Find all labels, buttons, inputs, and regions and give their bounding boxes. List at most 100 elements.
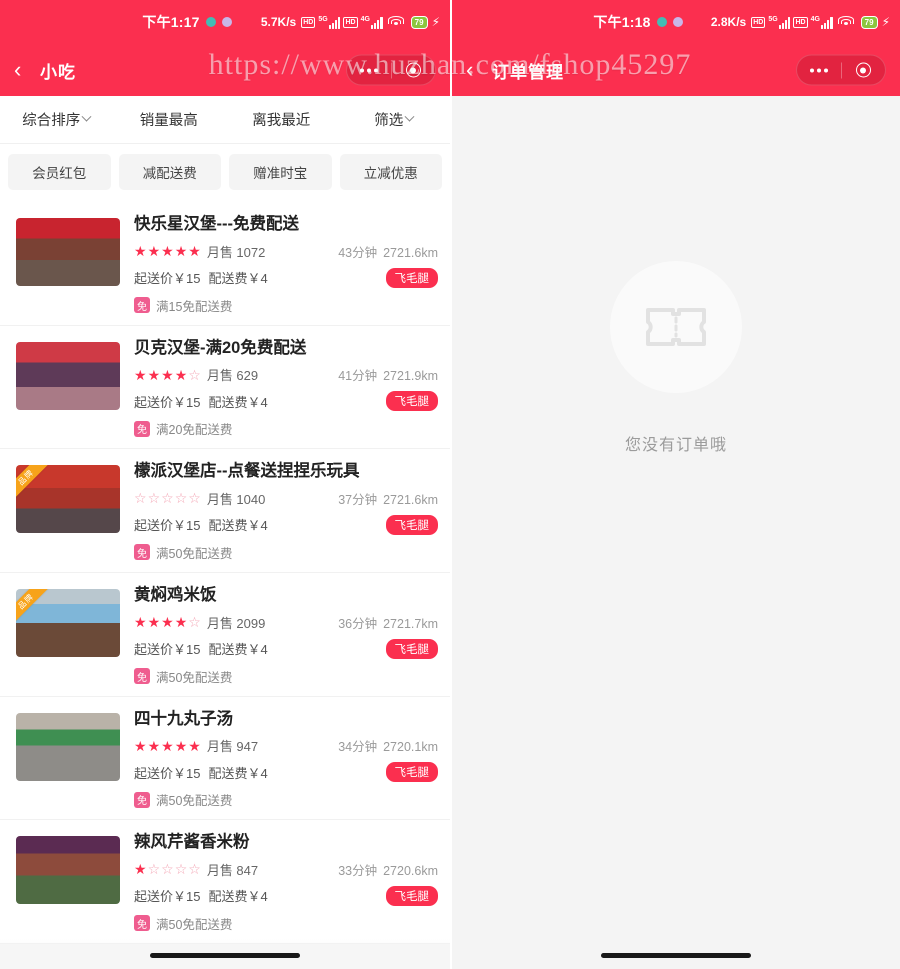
hd-icon-2: HD [343, 16, 358, 28]
shop-rating-row: ★ ☆ ☆ ☆ ☆ 月售 847 33分钟 2720.6km [134, 860, 438, 879]
star-empty-icon: ☆ [188, 614, 201, 630]
shop-list-item[interactable]: 快乐星汉堡---免费配送 ★ ★ ★ ★ ★ 月售 1072 43分钟 2721.6km 起送价￥… [0, 202, 450, 326]
delivery-time-distance: 41分钟 2721.9km [338, 365, 438, 384]
free-delivery-badge-icon: 免 [134, 544, 150, 561]
notification-dot-violet-icon [672, 17, 683, 27]
page-title: 订单管理 [492, 62, 564, 82]
network-speed-label: 5.7K/s [260, 15, 297, 29]
home-indicator [150, 953, 300, 958]
delivery-fee: 配送费￥4 [208, 518, 268, 534]
monthly-sales: 月售 847 [206, 862, 259, 878]
home-indicator [601, 953, 751, 958]
shop-list-item[interactable]: 辣风芹酱香米粉 ★ ☆ ☆ ☆ ☆ 月售 847 33分钟 2720.6km 起送价￥15 配送费￥… [0, 820, 450, 944]
signal-group-1: 5G [318, 15, 341, 29]
promo-chip-member-coupon[interactable]: 会员红包 [8, 154, 111, 190]
shop-rating-row: ★ ★ ★ ★ ★ 月售 947 34分钟 2720.1km [134, 736, 438, 755]
shop-list-item[interactable]: 品牌 檬派汉堡店--点餐送捏捏乐玩具 ☆ ☆ ☆ ☆ ☆ 月售 1040 37分钟 2721.6k… [0, 449, 450, 573]
back-chevron-icon[interactable]: ‹ [466, 59, 492, 81]
monthly-sales: 月售 2099 [206, 615, 266, 631]
free-delivery-badge-icon: 免 [134, 915, 150, 932]
status-bar-clock: 下午1:18 [593, 14, 651, 30]
promo-chip-reduced-delivery[interactable]: 减配送费 [118, 154, 221, 190]
delivery-time: 34分钟 [338, 740, 378, 755]
shop-promo-row: 免满20免配送费 [134, 419, 438, 438]
wechat-capsule[interactable] [346, 54, 436, 86]
shop-promo-row: 免满50免配送费 [134, 667, 438, 686]
shop-name: 檬派汉堡店--点餐送捏捏乐玩具 [134, 462, 360, 481]
signal-group-2: 4G [811, 16, 833, 29]
notification-dot-teal-icon [205, 17, 216, 27]
battery-level-badge: 79 [860, 15, 878, 29]
shop-list-item[interactable]: 贝克汉堡-满20免费配送 ★ ★ ★ ★ ☆ 月售 629 41分钟 2721.9km 起送价￥1… [0, 325, 450, 450]
fast-delivery-badge: 飞毛腿 [385, 514, 438, 535]
rating-stars: ☆ ☆ ☆ ☆ ☆ [134, 491, 201, 505]
shop-thumbnail: 品牌 [16, 588, 120, 657]
distance: 2720.1km [383, 740, 438, 755]
fast-delivery-badge: 飞毛腿 [385, 391, 438, 412]
sort-tab-nearest[interactable]: 离我最近 [225, 109, 338, 130]
star-filled-icon: ★ [134, 614, 147, 630]
wifi-icon [837, 16, 854, 28]
promo-chip-instant-discount[interactable]: 立减优惠 [339, 154, 442, 190]
delivery-time-distance: 37分钟 2721.6km [338, 489, 438, 508]
more-dots-icon[interactable] [797, 68, 841, 72]
rating-stars: ★ ★ ★ ★ ☆ [134, 368, 201, 382]
star-filled-icon: ★ [161, 366, 174, 383]
shop-list-item[interactable]: 四十九丸子汤 ★ ★ ★ ★ ★ 月售 947 34分钟 2720.1km 起送价￥15 配送费￥4… [0, 696, 450, 821]
shop-list-item[interactable]: 品牌 黄焖鸡米饭 ★ ★ ★ ★ ☆ 月售 2099 36分钟 2721.7km 起送价￥15 配送费… [0, 572, 450, 697]
shop-list[interactable]: 快乐星汉堡---免费配送 ★ ★ ★ ★ ★ 月售 1072 43分钟 2721.6km 起送价￥… [0, 202, 450, 944]
free-delivery-text: 满50免配送费 [156, 794, 233, 809]
more-dots-icon[interactable] [347, 68, 391, 72]
star-empty-icon: ☆ [134, 490, 147, 507]
sort-tab-bestselling[interactable]: 销量最高 [113, 109, 226, 130]
signal-group-2: 4G [361, 16, 383, 29]
star-filled-icon: ★ [188, 243, 201, 260]
free-delivery-text: 满50免配送费 [156, 670, 233, 685]
sort-tab-label-0: 综合排序 [22, 113, 81, 129]
shop-fee-row: 起送价￥15 配送费￥4 飞毛腿 [134, 638, 438, 659]
nav-bar: ‹ 订单管理 [452, 44, 900, 96]
star-filled-icon: ★ [134, 737, 147, 754]
shop-info: 快乐星汉堡---免费配送 ★ ★ ★ ★ ★ 月售 1072 43分钟 2721.6km 起送价￥… [120, 214, 438, 315]
delivery-time: 37分钟 [338, 492, 378, 507]
sort-tab-comprehensive[interactable]: 综合排序 [0, 109, 113, 130]
back-chevron-icon[interactable]: ‹ [14, 59, 40, 81]
shop-promo-row: 免满15免配送费 [134, 296, 438, 315]
monthly-sales: 月售 947 [206, 739, 259, 755]
brand-ribbon: 品牌 [16, 588, 52, 627]
target-circle-icon[interactable] [392, 62, 436, 78]
star-filled-icon: ★ [134, 243, 147, 260]
free-delivery-badge-icon: 免 [134, 668, 150, 684]
shop-promo-row: 免满50免配送费 [134, 914, 438, 933]
network-type-label-1: 5G [318, 15, 328, 23]
delivery-time: 33分钟 [338, 863, 378, 878]
rating-stars: ★ ☆ ☆ ☆ ☆ [134, 862, 201, 876]
star-filled-icon: ★ [147, 243, 161, 260]
charging-bolt-icon: ⚡ [431, 15, 440, 29]
charging-bolt-icon: ⚡ [881, 15, 890, 29]
network-speed-label: 2.8K/s [710, 15, 747, 29]
star-empty-icon: ☆ [188, 490, 201, 507]
star-filled-icon: ★ [147, 366, 161, 383]
target-circle-icon[interactable] [842, 62, 886, 78]
distance: 2720.6km [383, 863, 438, 878]
right-phone-screen: 下午1:18 2.8K/s HD 5G HD 4G 79 ⚡ ‹ 订单管理 您没… [450, 0, 900, 969]
empty-state-circle [610, 261, 742, 393]
nav-bar: ‹ 小吃 [0, 44, 450, 96]
delivery-time: 41分钟 [338, 369, 378, 384]
sort-tab-label-1: 销量最高 [139, 113, 198, 129]
star-filled-icon: ★ [174, 366, 188, 383]
shop-rating-row: ★ ★ ★ ★ ★ 月售 1072 43分钟 2721.6km [134, 242, 438, 261]
shop-name: 快乐星汉堡---免费配送 [134, 215, 299, 233]
promo-chip-ontime-gift[interactable]: 赠准时宝 [229, 154, 332, 190]
free-delivery-badge-icon: 免 [134, 297, 150, 314]
minimum-order-price: 起送价￥15 [134, 889, 201, 905]
free-delivery-text: 满50免配送费 [156, 546, 233, 561]
free-delivery-text: 满50免配送费 [156, 917, 233, 932]
star-empty-icon: ☆ [161, 861, 174, 878]
shop-info: 四十九丸子汤 ★ ★ ★ ★ ★ 月售 947 34分钟 2720.1km 起送价￥15 配送费￥4… [120, 709, 438, 810]
signal-group-1: 5G [768, 16, 791, 29]
wechat-capsule[interactable] [796, 54, 886, 86]
shop-info: 黄焖鸡米饭 ★ ★ ★ ★ ☆ 月售 2099 36分钟 2721.7km 起送价￥15 配送费￥4… [120, 585, 438, 686]
sort-tab-filter[interactable]: 筛选 [338, 109, 451, 130]
